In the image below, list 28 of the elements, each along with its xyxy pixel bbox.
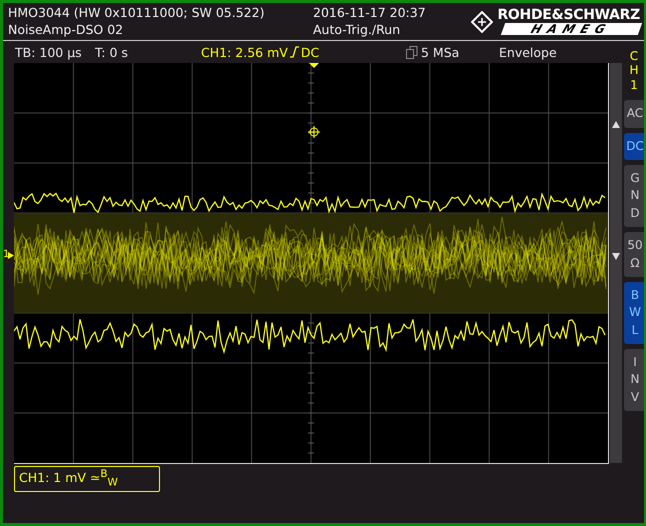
sample-rate: 5 MSa (421, 44, 460, 60)
logo-icon (471, 10, 494, 32)
date-time: 2016-11-17 20:37 (313, 6, 427, 20)
timebase: TB: 100 µs (15, 44, 83, 60)
channel-setting-button[interactable]: AC (624, 100, 644, 128)
stack-icon (406, 46, 418, 58)
trigger-state: Auto-Trig./Run (313, 23, 402, 37)
trigger-coupling: DC (300, 44, 320, 60)
down-triangle-icon (612, 253, 620, 260)
brand-subname: HAMEG (501, 23, 642, 35)
channel-setting-button[interactable]: INV (624, 349, 644, 412)
setup-name: NoiseAmp-DSO 02 (8, 23, 124, 37)
crosshair-icon (308, 126, 320, 138)
instrument-model: HMO3044 (HW 0x10111000; SW 05.522) (8, 6, 266, 20)
up-triangle-icon (612, 121, 620, 128)
channel-setting-button[interactable]: BWL (624, 282, 644, 344)
channel-title: CH1 (628, 49, 640, 92)
channel-setting-button[interactable]: 50 Ω (624, 232, 644, 277)
channel-setting-button[interactable]: DC (624, 132, 644, 160)
trigger-time: T: 0 s (95, 44, 129, 60)
brand-name: ROHDE&SCHWARZ (497, 8, 640, 23)
rising-edge-icon (290, 46, 299, 58)
trigger-position-icon (309, 63, 319, 68)
channel-setting-button[interactable]: GND (624, 164, 644, 228)
channel-marker: 1 (3, 249, 10, 260)
trigger-level: CH1: 2.56 mV (201, 44, 288, 60)
arrow-icon (8, 252, 14, 259)
acquisition-mode: Envelope (499, 44, 557, 60)
